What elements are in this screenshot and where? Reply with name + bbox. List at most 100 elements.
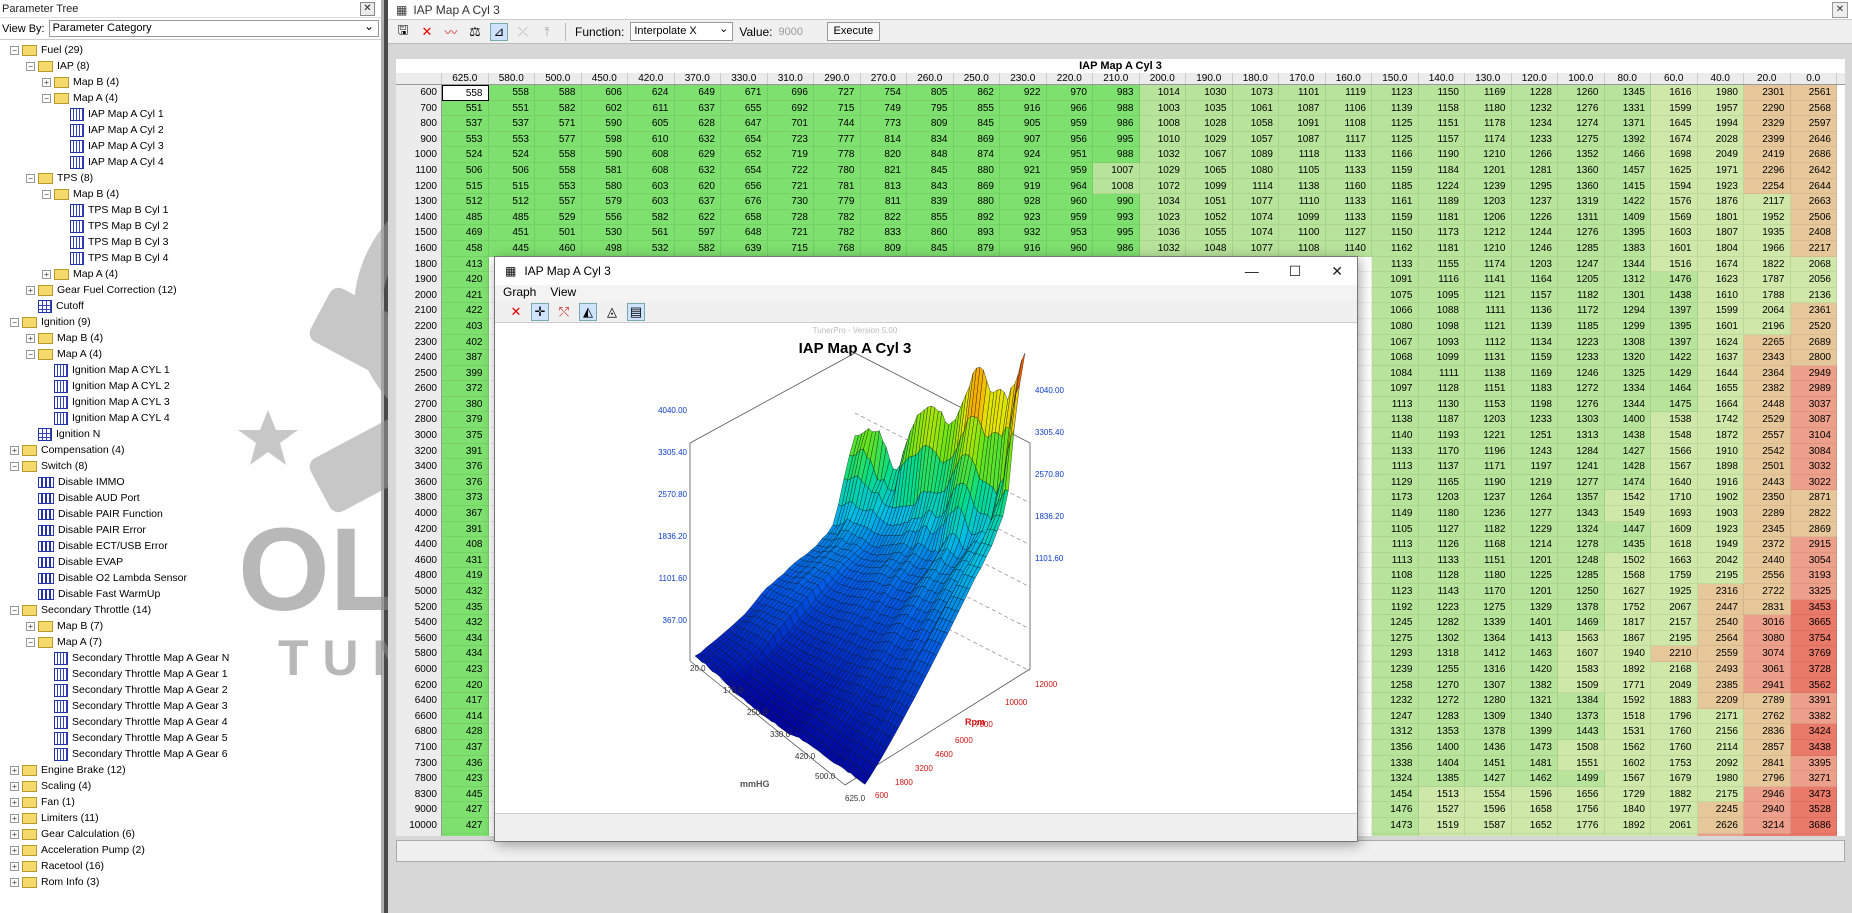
table-cell[interactable]: 1077 bbox=[1232, 194, 1279, 210]
color-scale-icon[interactable]: ▤ bbox=[627, 302, 645, 321]
table-cell[interactable]: 990 bbox=[1093, 194, 1140, 210]
column-header[interactable]: 140.0 bbox=[1419, 73, 1465, 84]
table-cell[interactable]: 1241 bbox=[1558, 459, 1605, 475]
table-cell[interactable]: 1055 bbox=[1186, 225, 1233, 241]
table-cell[interactable]: 2542 bbox=[1744, 443, 1791, 460]
table-cell[interactable]: 1278 bbox=[1558, 537, 1605, 553]
table-cell[interactable]: 1467 bbox=[1372, 833, 1419, 836]
table-cell[interactable]: 1329 bbox=[1511, 599, 1558, 616]
tree-item[interactable]: Ignition Map A CYL 2 bbox=[0, 378, 381, 394]
tree-item[interactable]: Ignition Map A CYL 1 bbox=[0, 362, 381, 378]
table-cell[interactable]: 582 bbox=[628, 209, 675, 226]
table-cell[interactable]: 629 bbox=[674, 147, 721, 163]
table-cell[interactable]: 860 bbox=[907, 225, 954, 241]
table-cell[interactable]: 1108 bbox=[1325, 116, 1372, 132]
table-cell[interactable]: 1616 bbox=[1651, 85, 1698, 101]
close-x-icon[interactable]: ✕ bbox=[507, 304, 525, 320]
tree-item[interactable]: − Ignition (9) bbox=[0, 314, 381, 330]
table-cell[interactable]: 2064 bbox=[1744, 303, 1791, 319]
tree-item[interactable]: + Acceleration Pump (2) bbox=[0, 842, 381, 858]
table-cell[interactable]: 1214 bbox=[1511, 537, 1558, 553]
table-cell[interactable]: 1312 bbox=[1372, 724, 1419, 740]
table-cell[interactable]: 2686 bbox=[1790, 147, 1837, 163]
table-cell[interactable]: 2557 bbox=[1744, 428, 1791, 444]
table-cell[interactable]: 458 bbox=[442, 240, 489, 257]
table-cell[interactable]: 648 bbox=[721, 225, 768, 241]
table-cell[interactable]: 1971 bbox=[1697, 162, 1744, 179]
table-cell[interactable]: 1516 bbox=[1651, 256, 1698, 273]
table-cell[interactable]: 1436 bbox=[1465, 739, 1512, 756]
row-header[interactable]: 5600 bbox=[396, 630, 442, 647]
table-cell[interactable]: 2042 bbox=[1697, 552, 1744, 569]
row-header[interactable]: 7100 bbox=[396, 739, 442, 756]
table-cell[interactable]: 1872 bbox=[1697, 428, 1744, 444]
table-cell[interactable]: 1036 bbox=[1139, 225, 1186, 241]
table-cell[interactable]: 427 bbox=[442, 802, 489, 818]
table-cell[interactable]: 1014 bbox=[1139, 85, 1186, 101]
column-header[interactable]: 260.0 bbox=[907, 73, 954, 84]
table-cell[interactable]: 1128 bbox=[1418, 568, 1465, 584]
table-cell[interactable]: 1067 bbox=[1372, 334, 1419, 351]
table-cell[interactable]: 1513 bbox=[1418, 786, 1465, 803]
table-cell[interactable]: 3915 bbox=[1790, 833, 1837, 836]
table-cell[interactable]: 2940 bbox=[1744, 802, 1791, 818]
table-cell[interactable]: 905 bbox=[1000, 116, 1047, 132]
table-cell[interactable]: 715 bbox=[767, 240, 814, 257]
row-header[interactable]: 11000 bbox=[396, 833, 442, 836]
table-cell[interactable]: 1710 bbox=[1651, 490, 1698, 507]
table-cell[interactable]: 1182 bbox=[1465, 521, 1512, 538]
table-cell[interactable]: 1923 bbox=[1697, 178, 1744, 195]
table-cell[interactable]: 2049 bbox=[1697, 147, 1744, 163]
table-cell[interactable]: 1313 bbox=[1558, 428, 1605, 444]
table-cell[interactable]: 1149 bbox=[1372, 506, 1419, 522]
table-cell[interactable]: 2157 bbox=[1651, 615, 1698, 631]
row-header[interactable]: 800 bbox=[396, 116, 442, 132]
table-cell[interactable]: 1224 bbox=[1418, 178, 1465, 195]
table-cell[interactable]: 1205 bbox=[1558, 272, 1605, 288]
table-cell[interactable]: 437 bbox=[442, 739, 489, 756]
expand-icon[interactable]: + bbox=[10, 829, 19, 839]
table-cell[interactable]: 1237 bbox=[1511, 194, 1558, 210]
tree-item[interactable]: − IAP (8) bbox=[0, 58, 381, 74]
table-cell[interactable]: 1233 bbox=[1558, 350, 1605, 366]
table-cell[interactable]: 639 bbox=[721, 240, 768, 257]
table-cell[interactable]: 610 bbox=[628, 131, 675, 148]
table-cell[interactable]: 1729 bbox=[1604, 786, 1651, 803]
table-cell[interactable]: 1473 bbox=[1511, 739, 1558, 756]
row-header[interactable]: 4200 bbox=[396, 521, 442, 538]
table-cell[interactable]: 1776 bbox=[1558, 817, 1605, 834]
row-header[interactable]: 2000 bbox=[396, 287, 442, 304]
table-cell[interactable]: 1133 bbox=[1418, 552, 1465, 569]
table-cell[interactable]: 1206 bbox=[1465, 209, 1512, 226]
table-cell[interactable]: 1143 bbox=[1418, 584, 1465, 600]
table-cell[interactable]: 1080 bbox=[1372, 318, 1419, 335]
table-cell[interactable]: 843 bbox=[907, 178, 954, 195]
table-cell[interactable]: 1469 bbox=[1558, 615, 1605, 631]
table-cell[interactable]: 1223 bbox=[1418, 599, 1465, 616]
table-cell[interactable]: 1126 bbox=[1418, 537, 1465, 553]
table-cell[interactable]: 833 bbox=[860, 225, 907, 241]
table-cell[interactable]: 3271 bbox=[1790, 771, 1837, 787]
table-cell[interactable]: 419 bbox=[442, 568, 489, 584]
table-cell[interactable]: 1119 bbox=[1325, 85, 1372, 101]
table-cell[interactable]: 1977 bbox=[1651, 802, 1698, 818]
table-cell[interactable]: 1266 bbox=[1511, 147, 1558, 163]
table-cell[interactable]: 1159 bbox=[1372, 162, 1419, 179]
table-cell[interactable]: 423 bbox=[442, 771, 489, 787]
table-cell[interactable]: 2626 bbox=[1697, 817, 1744, 834]
table-cell[interactable]: 506 bbox=[488, 162, 535, 179]
table-cell[interactable]: 654 bbox=[721, 131, 768, 148]
table-cell[interactable]: 1196 bbox=[1465, 443, 1512, 460]
table-cell[interactable]: 2871 bbox=[1790, 490, 1837, 507]
table-cell[interactable]: 1285 bbox=[1558, 240, 1605, 257]
table-cell[interactable]: 721 bbox=[767, 225, 814, 241]
table-cell[interactable]: 2915 bbox=[1790, 537, 1837, 553]
table-cell[interactable]: 671 bbox=[721, 85, 768, 101]
table-cell[interactable]: 1245 bbox=[1372, 615, 1419, 631]
row-header[interactable]: 4800 bbox=[396, 568, 442, 584]
table-cell[interactable]: 1551 bbox=[1558, 755, 1605, 772]
table-cell[interactable]: 2869 bbox=[1790, 521, 1837, 538]
table-cell[interactable]: 1867 bbox=[1604, 630, 1651, 647]
table-cell[interactable]: 1210 bbox=[1465, 147, 1512, 163]
table-cell[interactable]: 845 bbox=[907, 162, 954, 179]
